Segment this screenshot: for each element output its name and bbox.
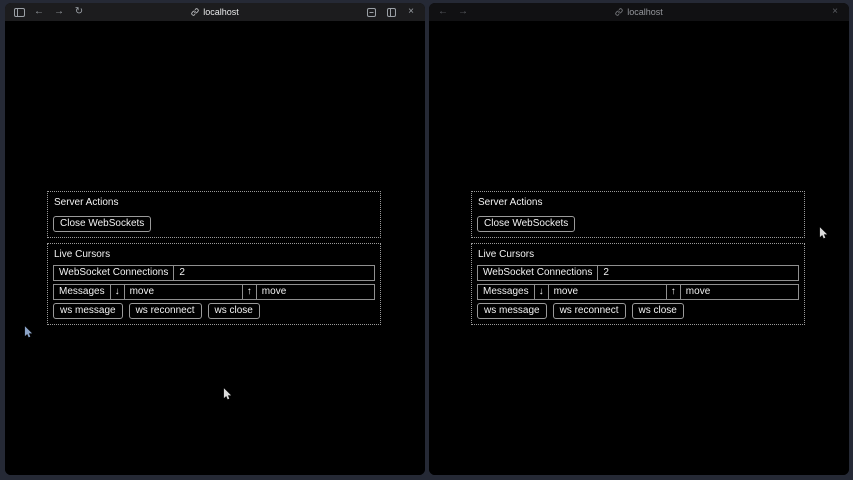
reload-icon[interactable]: ↻ [73,3,85,21]
split-view-icon[interactable] [385,8,397,17]
ws-buttons-row: ws message ws reconnect ws close [53,303,375,319]
connections-row: WebSocket Connections 2 [53,265,375,281]
down-arrow-icon: ↓ [111,285,125,299]
browser-window-right: ← → localhost × Server Actions Close Web… [429,3,849,475]
forward-icon[interactable]: → [457,3,469,21]
server-actions-panel: Server Actions Close WebSockets [47,191,381,238]
connections-value: 2 [598,266,798,280]
link-icon [615,8,623,16]
titlebar-right: ← → localhost × [429,3,849,21]
live-cursors-legend: Live Cursors [478,249,799,260]
ws-reconnect-button[interactable]: ws reconnect [129,303,202,319]
live-cursors-panel: Live Cursors WebSocket Connections 2 Mes… [471,243,805,325]
server-actions-legend: Server Actions [54,197,375,208]
up-arrow-icon: ↑ [243,285,257,299]
page-content-left: Server Actions Close WebSockets Live Cur… [5,21,425,475]
messages-row: Messages ↓ move ↑ move [477,284,799,300]
ws-reconnect-button[interactable]: ws reconnect [553,303,626,319]
page-title: localhost [203,7,239,17]
page-content-right: Server Actions Close WebSockets Live Cur… [429,21,849,475]
server-actions-panel: Server Actions Close WebSockets [471,191,805,238]
ws-close-button[interactable]: ws close [208,303,260,319]
link-icon [191,8,199,16]
connections-value: 2 [174,266,374,280]
panels-left: Server Actions Close WebSockets Live Cur… [47,191,381,325]
ws-buttons-row: ws message ws reconnect ws close [477,303,799,319]
down-message-value: move [549,285,667,299]
connections-label: WebSocket Connections [478,266,598,280]
browser-window-left: ← → ↻ localhost [5,3,425,475]
down-message-value: move [125,285,243,299]
titlebar-left: ← → ↻ localhost [5,3,425,21]
live-cursors-legend: Live Cursors [54,249,375,260]
tab-overview-icon[interactable] [365,8,377,17]
panels-right: Server Actions Close WebSockets Live Cur… [471,191,805,325]
close-icon[interactable]: × [829,3,841,21]
pointer-cursor [819,227,828,240]
titlebar-left-window-controls: × [357,3,425,21]
close-icon[interactable]: × [405,3,417,21]
close-websockets-button[interactable]: Close WebSockets [477,216,575,232]
live-cursors-panel: Live Cursors WebSocket Connections 2 Mes… [47,243,381,325]
up-message-value: move [681,285,798,299]
ws-message-button[interactable]: ws message [53,303,123,319]
up-arrow-icon: ↑ [667,285,681,299]
connections-label: WebSocket Connections [54,266,174,280]
pointer-cursor [223,388,232,401]
titlebar-right-controls: ← → [429,3,477,21]
connections-row: WebSocket Connections 2 [477,265,799,281]
down-arrow-icon: ↓ [535,285,549,299]
titlebar-left-controls: ← → ↻ [5,3,93,21]
server-actions-legend: Server Actions [478,197,799,208]
back-icon[interactable]: ← [33,3,45,21]
messages-label: Messages [54,285,111,299]
back-icon[interactable]: ← [437,3,449,21]
page-title: localhost [627,7,663,17]
up-message-value: move [257,285,374,299]
address-title: localhost [429,3,849,21]
messages-row: Messages ↓ move ↑ move [53,284,375,300]
titlebar-right-window-controls: × [821,3,849,21]
ws-message-button[interactable]: ws message [477,303,547,319]
close-websockets-button[interactable]: Close WebSockets [53,216,151,232]
forward-icon[interactable]: → [53,3,65,21]
sidebar-toggle-icon[interactable] [13,8,25,17]
remote-cursor [24,326,33,339]
ws-close-button[interactable]: ws close [632,303,684,319]
messages-label: Messages [478,285,535,299]
